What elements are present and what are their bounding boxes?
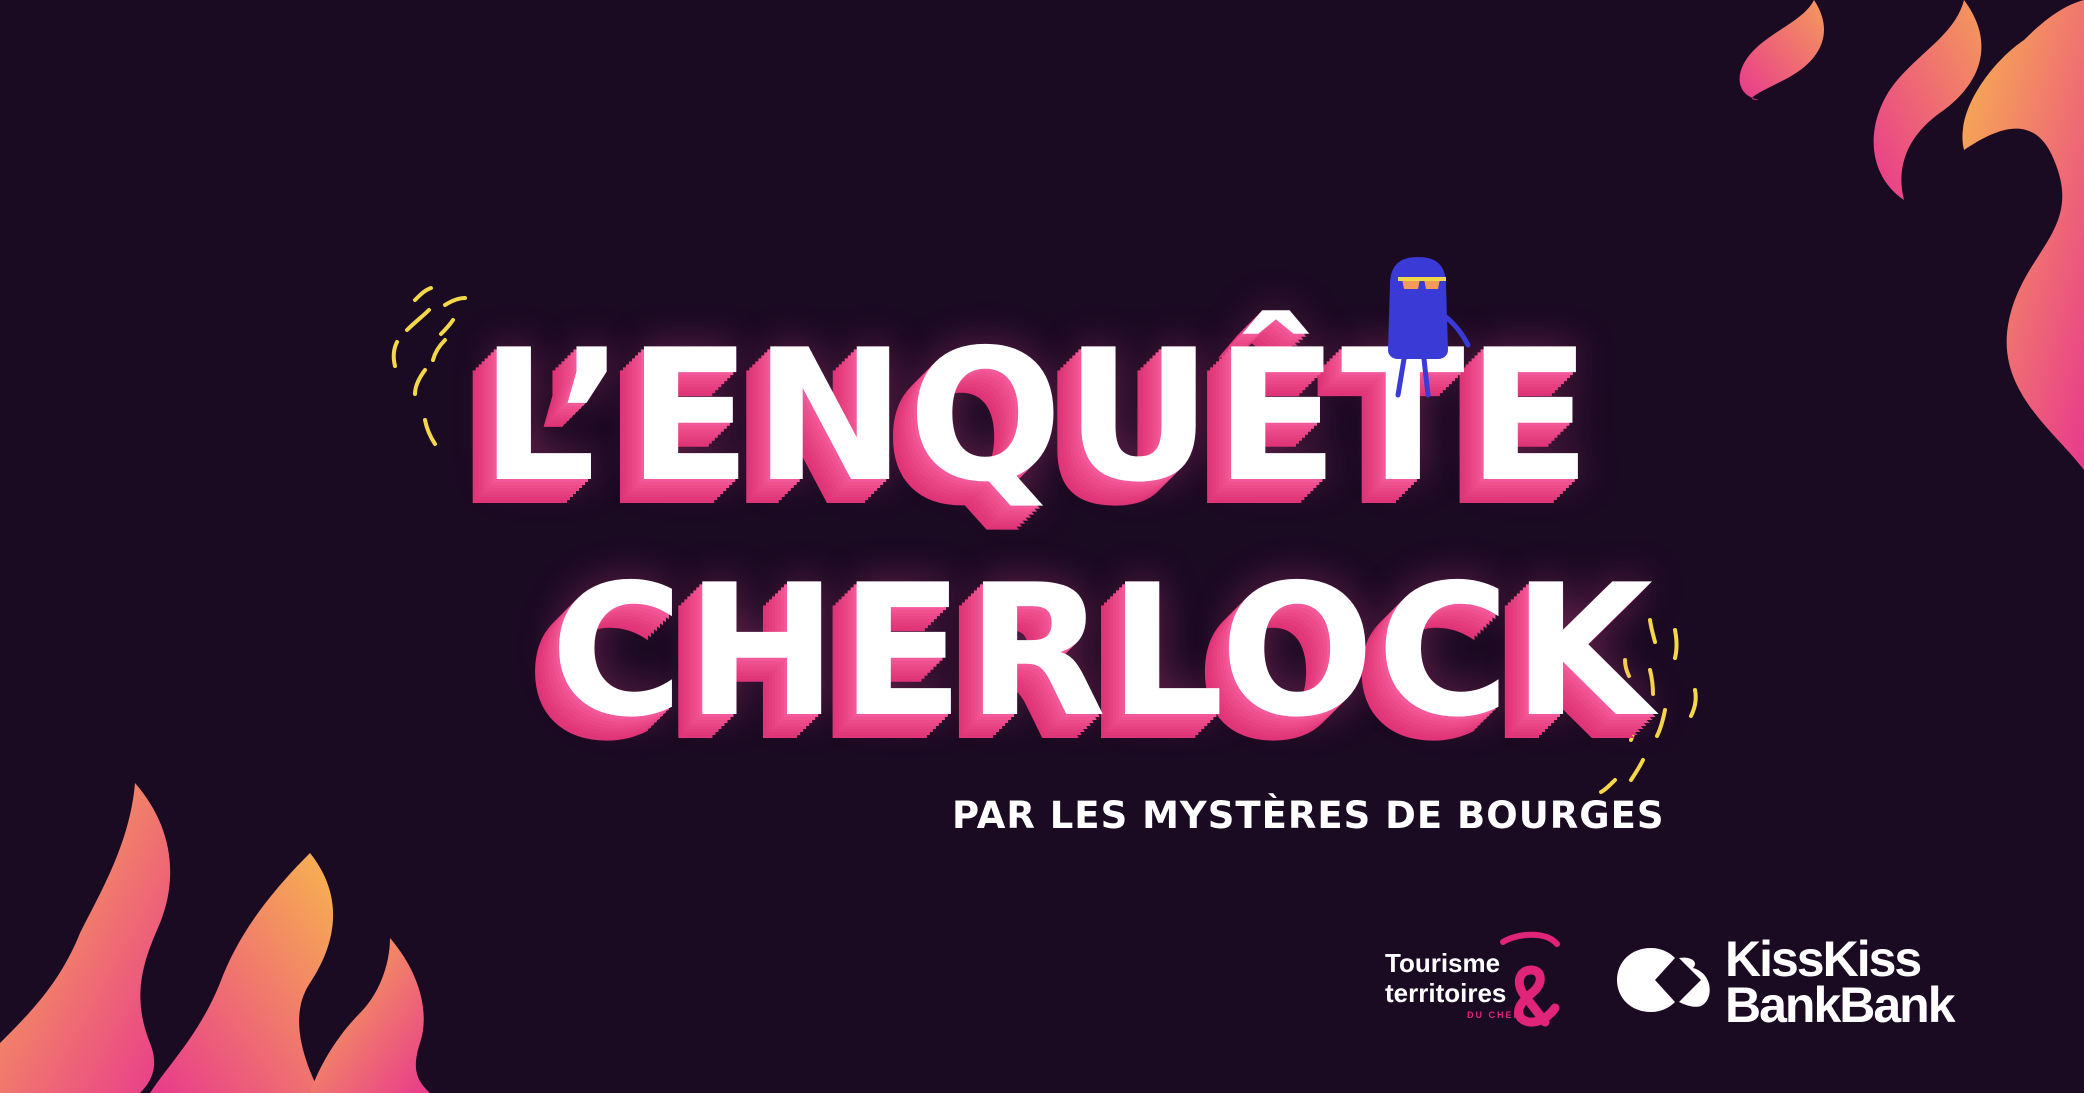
flame-icon bbox=[150, 853, 334, 1093]
flames-bottom-left bbox=[0, 783, 430, 1093]
flame-icon bbox=[1962, 0, 2084, 470]
flames-top-right bbox=[1739, 0, 2084, 470]
flame-icon bbox=[1873, 0, 1982, 200]
kisskiss-logo-line-2: BankBank bbox=[1725, 977, 1956, 1033]
character-icon bbox=[1388, 257, 1471, 398]
tourisme-logo-line-1: Tourisme bbox=[1385, 948, 1501, 978]
flame-icon bbox=[1739, 0, 1824, 100]
title-line-2: CHERLOCK bbox=[550, 545, 1656, 757]
flame-icon bbox=[0, 783, 171, 1093]
subtitle: PAR LES MYSTÈRES DE BOURGES bbox=[952, 794, 1665, 837]
ampersand-icon bbox=[1500, 931, 1560, 1027]
flame-icon bbox=[310, 938, 430, 1093]
kisskiss-heart-icon bbox=[1617, 948, 1710, 1012]
kisskissbankbank-logo: KissKiss BankBank bbox=[1615, 930, 2005, 1030]
tourisme-territoires-logo: Tourisme territoires DU CHER bbox=[1385, 930, 1575, 1030]
poster-canvas: L’ENQUÊTE CHERLOCK PAR LES MYSTÈRES DE B… bbox=[0, 0, 2084, 1093]
doodle-icon bbox=[391, 286, 467, 446]
